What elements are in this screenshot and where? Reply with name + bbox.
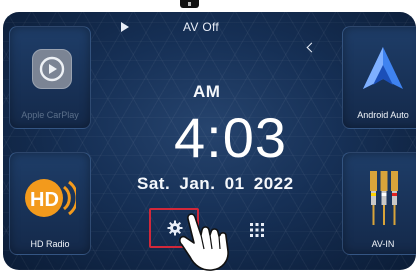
tile-label: Android Auto bbox=[357, 110, 409, 120]
clock-ampm: AM bbox=[193, 82, 221, 101]
top-notch bbox=[180, 0, 199, 8]
tile-apple-carplay[interactable]: Apple CarPlay bbox=[9, 26, 91, 129]
tile-av-in[interactable]: AV-IN bbox=[342, 152, 416, 255]
pointing-hand-icon bbox=[176, 205, 242, 278]
tile-android-auto[interactable]: Android Auto bbox=[342, 26, 416, 129]
svg-text:HD: HD bbox=[30, 189, 59, 211]
clock-date: Sat. Jan. 01 2022 bbox=[137, 174, 294, 193]
android-auto-icon bbox=[361, 45, 405, 96]
chevron-left-icon[interactable] bbox=[306, 42, 317, 53]
tile-hd-radio[interactable]: HD HD Radio bbox=[9, 152, 91, 255]
av-in-icon bbox=[367, 169, 401, 238]
play-icon[interactable] bbox=[121, 22, 129, 32]
clock-time: 4:03 bbox=[174, 106, 287, 169]
grid-icon bbox=[250, 223, 264, 237]
tile-label: Apple CarPlay bbox=[21, 110, 79, 120]
apps-grid-button[interactable] bbox=[247, 220, 267, 240]
carplay-icon bbox=[32, 49, 72, 89]
av-source-label[interactable]: AV Off bbox=[183, 20, 263, 34]
tile-label: HD Radio bbox=[30, 239, 70, 249]
hd-radio-icon: HD bbox=[22, 175, 79, 226]
tile-label: AV-IN bbox=[371, 239, 395, 249]
